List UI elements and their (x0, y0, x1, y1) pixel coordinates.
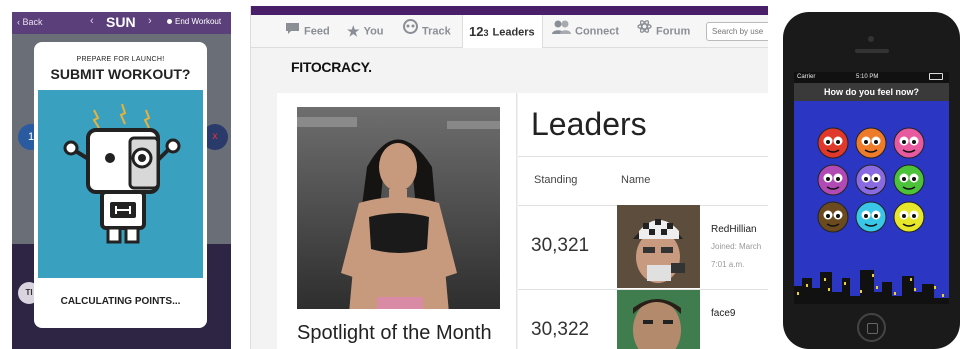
spotlight-title: Spotlight of the Month (297, 322, 492, 344)
purple-face-icon[interactable] (817, 164, 849, 196)
lavender-face-icon[interactable] (855, 164, 887, 196)
avatar-redhillian-image (617, 205, 700, 288)
tab-track-label: Track (422, 25, 451, 38)
user-joined: Joined: March (711, 242, 762, 251)
tab-connect[interactable]: Connect (545, 15, 627, 48)
user-avatar[interactable] (617, 205, 700, 288)
robot-illustration (38, 90, 203, 278)
next-day-arrow-icon[interactable]: › (148, 15, 152, 27)
tab-you[interactable]: ★ You (341, 15, 395, 48)
spotlight-woman-image (297, 107, 500, 309)
people-icon (551, 15, 571, 48)
day-label: SUN (106, 14, 136, 30)
yellow-face-icon[interactable] (893, 201, 925, 233)
tab-you-label: You (363, 25, 384, 38)
brown-face-icon[interactable] (817, 201, 849, 233)
fitocracy-logo: FITOCRACY. (291, 59, 372, 75)
tab-feed-label: Feed (304, 25, 330, 38)
top-strip (251, 6, 768, 15)
tab-connect-label: Connect (575, 25, 619, 38)
remove-label: x (212, 131, 218, 142)
leaders-heading: Leaders (531, 106, 647, 142)
prev-day-arrow-icon[interactable]: ‹ (90, 15, 94, 27)
back-button[interactable]: ‹ Back (17, 17, 43, 27)
calculating-status: CALCULATING POINTS... (60, 296, 181, 307)
user-name[interactable]: RedHillian (711, 224, 757, 235)
phone-screen: Carrier 5:10 PM How do you feel now? (794, 72, 949, 304)
user-name[interactable]: face9 (711, 308, 735, 319)
speech-bubble-icon (285, 15, 300, 48)
tab-leaders-label: Leaders (492, 26, 535, 39)
search-input[interactable] (706, 22, 768, 41)
back-label: Back (22, 17, 43, 27)
mood-app-phone: Carrier 5:10 PM How do you feel now? (783, 12, 960, 349)
tab-forum-label: Forum (656, 25, 691, 38)
spotlight-photo[interactable] (297, 107, 500, 309)
name-header[interactable]: Name (621, 174, 650, 186)
end-workout-button[interactable]: End Workout (167, 17, 221, 26)
dot-icon (167, 19, 172, 25)
fitness-app-submit-screen: ‹ Back ‹ SUN › End Workout 1 x TI PREPAR… (12, 12, 231, 349)
tab-feed[interactable]: Feed (279, 15, 339, 48)
top-bar: ‹ Back ‹ SUN › End Workout (12, 12, 231, 34)
orange-face-icon[interactable] (855, 127, 887, 159)
tab-leaders[interactable]: 123 Leaders (462, 15, 543, 48)
green-face-icon[interactable] (893, 164, 925, 196)
user-avatar[interactable] (617, 290, 700, 349)
robot-mascot-icon (63, 103, 181, 244)
submit-workout-modal: PREPARE FOR LAUNCH! SUBMIT WORKOUT? CALC… (34, 42, 207, 328)
end-workout-label: End Workout (175, 17, 222, 26)
divider (518, 156, 768, 157)
modal-subtitle: PREPARE FOR LAUNCH! (76, 56, 165, 63)
star-icon: ★ (347, 23, 360, 39)
red-angry-face-icon[interactable] (817, 127, 849, 159)
avatar-face9-image (617, 290, 700, 349)
tab-track[interactable]: Track (397, 15, 459, 48)
atom-icon (637, 15, 652, 48)
speaker-icon (855, 49, 889, 53)
tab-forum[interactable]: Forum (631, 15, 701, 48)
modal-title: SUBMIT WORKOUT? (50, 66, 191, 82)
standing-value: 30,321 (531, 235, 590, 256)
camera-icon (868, 36, 874, 42)
city-skyline-icon (794, 270, 949, 304)
numbers-123-icon: 123 (469, 24, 489, 39)
robot-face-icon (403, 15, 418, 48)
main-nav: Feed ★ You Track 123 Leaders Connect Forum (251, 15, 768, 48)
standing-value: 30,322 (531, 319, 590, 340)
standing-header[interactable]: Standing (534, 174, 577, 186)
cyan-face-icon[interactable] (855, 201, 887, 233)
home-button[interactable] (857, 313, 886, 342)
pink-face-icon[interactable] (893, 127, 925, 159)
fitocracy-leaders-page: Feed ★ You Track 123 Leaders Connect Forum… (250, 6, 768, 349)
user-time: 7:01 a.m. (711, 260, 745, 269)
